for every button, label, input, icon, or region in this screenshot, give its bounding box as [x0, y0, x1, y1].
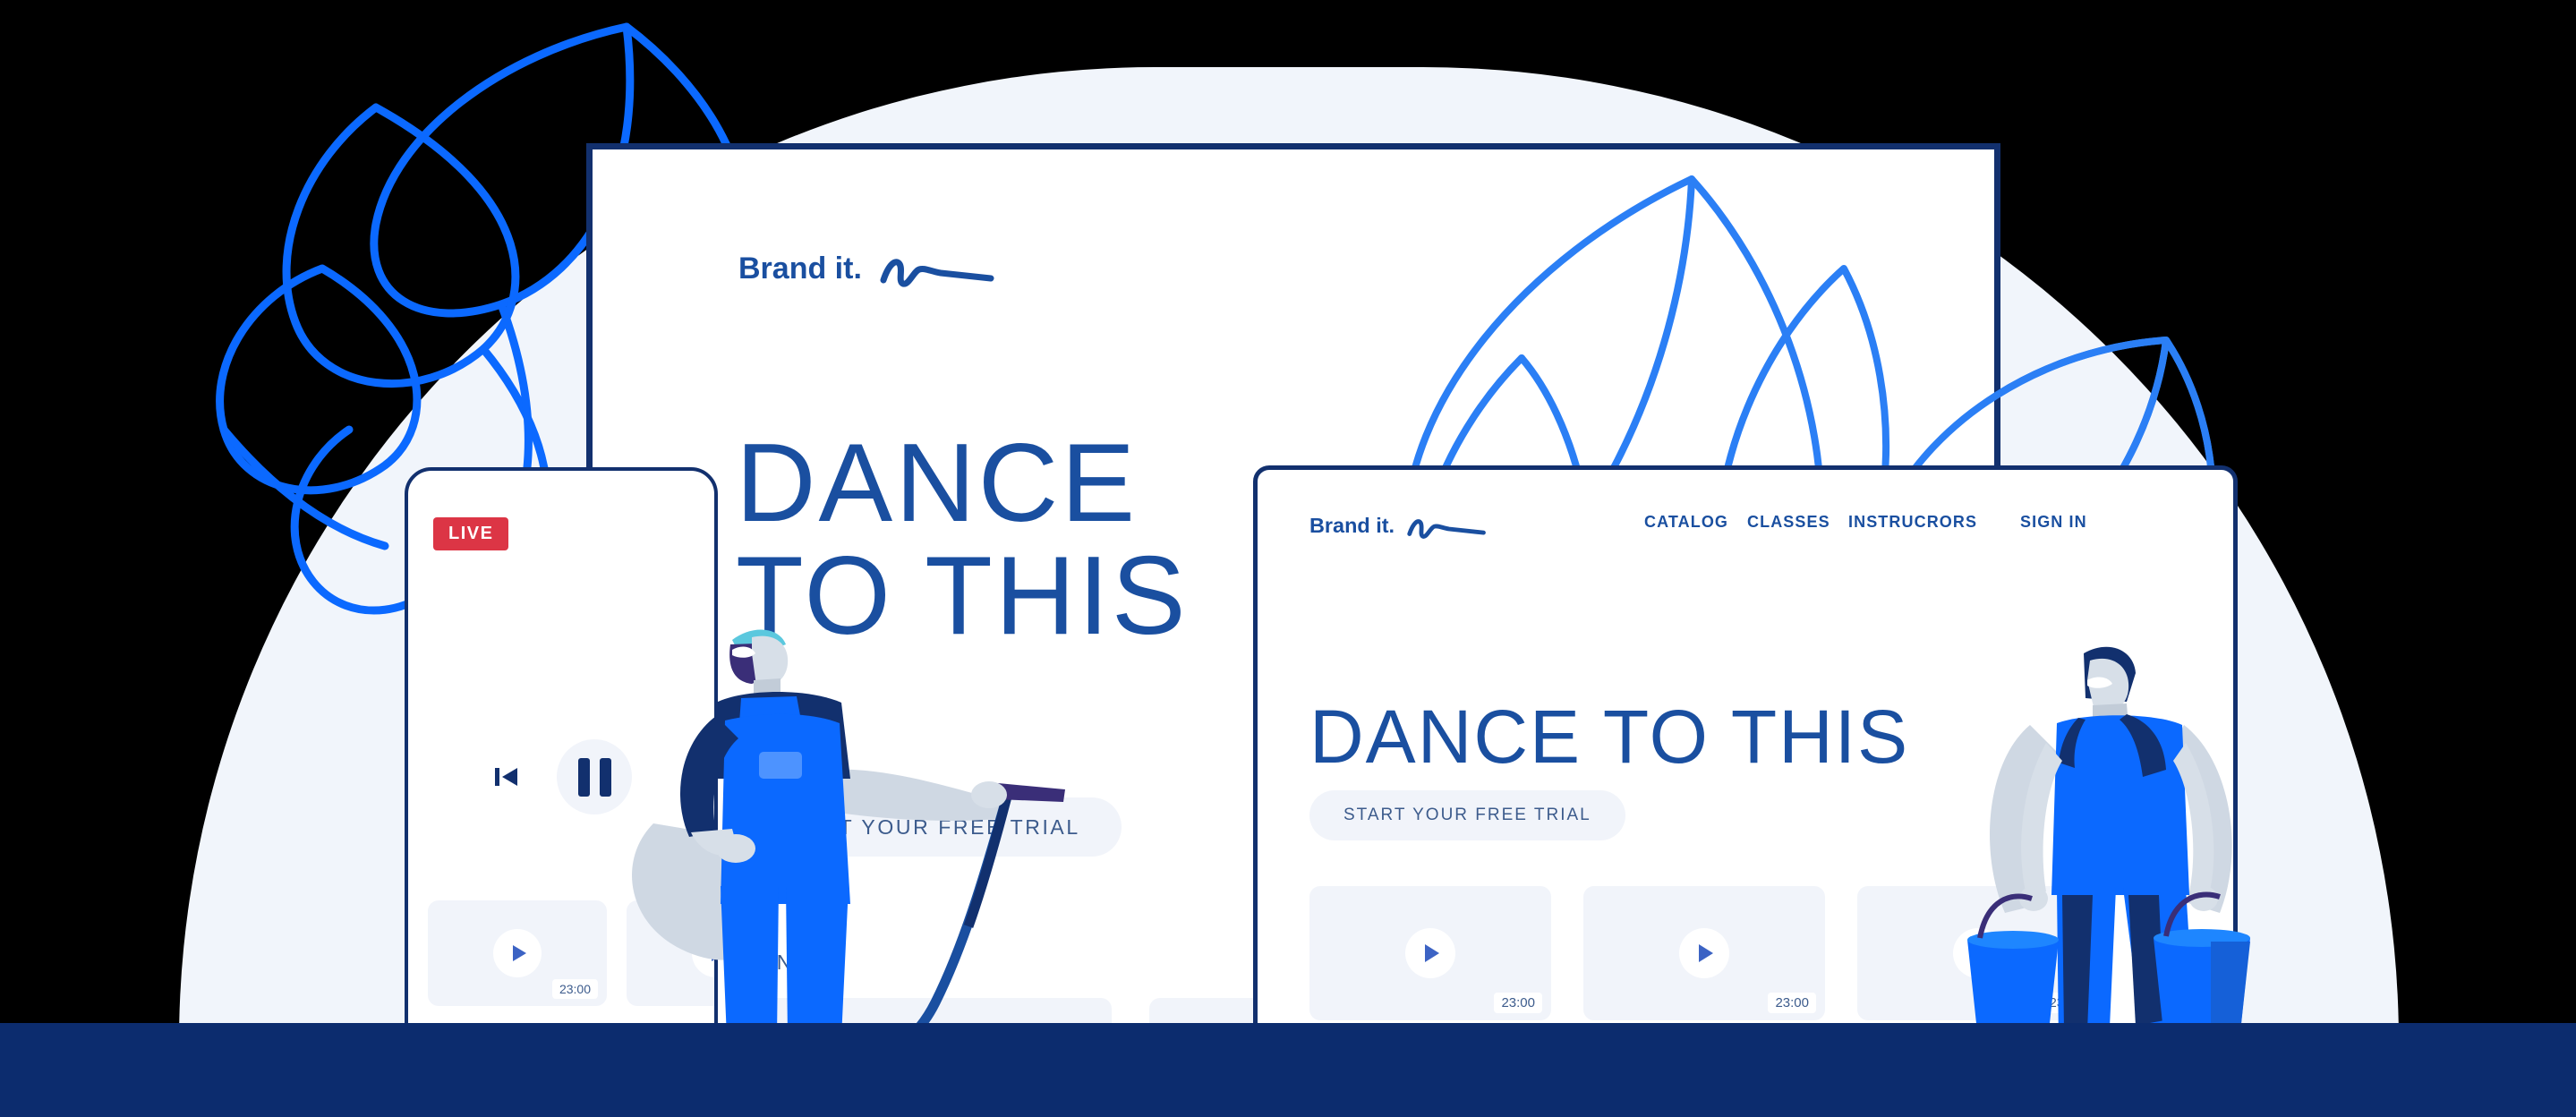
nav-item-classes[interactable]: CLASSES: [1747, 513, 1830, 532]
laptop-start-free-trial-button[interactable]: START YOUR FREE TRIAL: [1309, 790, 1625, 840]
laptop-video-card-1[interactable]: 23:00: [1309, 886, 1551, 1020]
phone-video-card-1[interactable]: 23:00: [428, 900, 607, 1006]
laptop-logo[interactable]: Brand it.: [1309, 510, 1488, 552]
previous-track-icon[interactable]: [490, 761, 523, 793]
play-icon[interactable]: [493, 929, 542, 977]
brand-logo-icon: Brand it.: [1309, 514, 1486, 539]
signature-squiggle-icon: [1407, 519, 1486, 539]
laptop-cta-label: START YOUR FREE TRIAL: [1343, 806, 1591, 824]
pause-icon-bar-left: [577, 757, 590, 797]
live-badge: LIVE: [433, 517, 509, 550]
play-icon[interactable]: [1405, 928, 1455, 978]
brand-logo-icon: Brand it.: [738, 252, 994, 287]
bottom-navy-band: [0, 1023, 2576, 1117]
laptop-headline: DANCE TO THIS: [1309, 695, 1910, 779]
illustration-canvas: Brand it. DANCE TO THIS START YOUR FREE …: [0, 0, 2576, 1117]
play-icon[interactable]: [1679, 928, 1729, 978]
nav-item-catalog[interactable]: CATALOG: [1644, 513, 1728, 532]
laptop-video-card-2[interactable]: 23:00: [1583, 886, 1825, 1020]
nav-item-instructors[interactable]: INSTRUCRORS: [1848, 513, 1977, 532]
brand-name-text: Brand it.: [738, 252, 862, 286]
pause-button[interactable]: [557, 739, 632, 814]
desktop-logo[interactable]: Brand it.: [738, 246, 998, 304]
video-timestamp: 23:00: [551, 979, 598, 999]
nav-item-sign-in[interactable]: SIGN IN: [2020, 513, 2087, 532]
brand-name-text: Brand it.: [1309, 514, 1395, 537]
signature-squiggle-icon: [880, 259, 994, 287]
pause-icon-bar-right: [599, 757, 611, 797]
video-timestamp: 23:00: [1494, 993, 1542, 1013]
video-timestamp: 23:00: [1768, 993, 1816, 1013]
